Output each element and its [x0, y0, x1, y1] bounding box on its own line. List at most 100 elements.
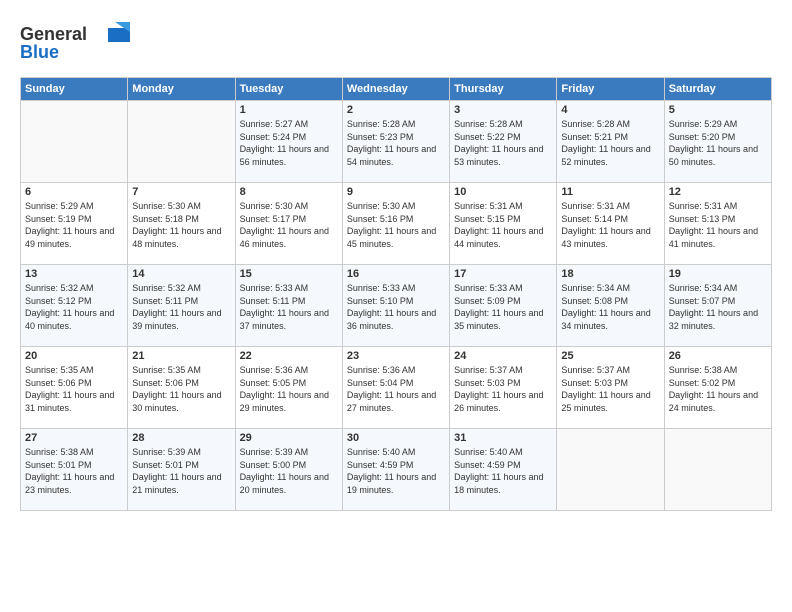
calendar-cell: 26 Sunrise: 5:38 AMSunset: 5:02 PMDayligh… [664, 347, 771, 429]
cell-info: Sunrise: 5:28 AMSunset: 5:23 PMDaylight:… [347, 118, 445, 168]
day-number: 2 [347, 104, 445, 116]
day-number: 23 [347, 350, 445, 362]
cell-info: Sunrise: 5:39 AMSunset: 5:00 PMDaylight:… [240, 446, 338, 496]
day-number: 30 [347, 432, 445, 444]
calendar-cell: 5 Sunrise: 5:29 AMSunset: 5:20 PMDaylight… [664, 101, 771, 183]
cell-info: Sunrise: 5:30 AMSunset: 5:16 PMDaylight:… [347, 200, 445, 250]
day-number: 29 [240, 432, 338, 444]
day-number: 26 [669, 350, 767, 362]
calendar-week-row: 27 Sunrise: 5:38 AMSunset: 5:01 PMDayligh… [21, 429, 772, 511]
calendar-cell: 22 Sunrise: 5:36 AMSunset: 5:05 PMDayligh… [235, 347, 342, 429]
calendar-cell: 7 Sunrise: 5:30 AMSunset: 5:18 PMDaylight… [128, 183, 235, 265]
weekday-header: Thursday [450, 78, 557, 101]
header: General Blue [20, 16, 772, 69]
cell-info: Sunrise: 5:33 AMSunset: 5:10 PMDaylight:… [347, 282, 445, 332]
main-container: General Blue SundayMondayTuesdayWednesda… [0, 0, 792, 521]
calendar-week-row: 20 Sunrise: 5:35 AMSunset: 5:06 PMDayligh… [21, 347, 772, 429]
cell-info: Sunrise: 5:34 AMSunset: 5:08 PMDaylight:… [561, 282, 659, 332]
day-number: 20 [25, 350, 123, 362]
calendar-cell: 28 Sunrise: 5:39 AMSunset: 5:01 PMDayligh… [128, 429, 235, 511]
cell-info: Sunrise: 5:28 AMSunset: 5:22 PMDaylight:… [454, 118, 552, 168]
day-number: 22 [240, 350, 338, 362]
weekday-header: Wednesday [342, 78, 449, 101]
calendar-week-row: 13 Sunrise: 5:32 AMSunset: 5:12 PMDayligh… [21, 265, 772, 347]
day-number: 6 [25, 186, 123, 198]
cell-info: Sunrise: 5:35 AMSunset: 5:06 PMDaylight:… [132, 364, 230, 414]
calendar-cell: 15 Sunrise: 5:33 AMSunset: 5:11 PMDayligh… [235, 265, 342, 347]
calendar-cell: 23 Sunrise: 5:36 AMSunset: 5:04 PMDayligh… [342, 347, 449, 429]
day-number: 11 [561, 186, 659, 198]
day-number: 19 [669, 268, 767, 280]
cell-info: Sunrise: 5:36 AMSunset: 5:05 PMDaylight:… [240, 364, 338, 414]
header-row: SundayMondayTuesdayWednesdayThursdayFrid… [21, 78, 772, 101]
cell-info: Sunrise: 5:34 AMSunset: 5:07 PMDaylight:… [669, 282, 767, 332]
calendar-cell: 14 Sunrise: 5:32 AMSunset: 5:11 PMDayligh… [128, 265, 235, 347]
cell-info: Sunrise: 5:33 AMSunset: 5:11 PMDaylight:… [240, 282, 338, 332]
cell-info: Sunrise: 5:27 AMSunset: 5:24 PMDaylight:… [240, 118, 338, 168]
day-number: 28 [132, 432, 230, 444]
cell-info: Sunrise: 5:30 AMSunset: 5:18 PMDaylight:… [132, 200, 230, 250]
cell-info: Sunrise: 5:35 AMSunset: 5:06 PMDaylight:… [25, 364, 123, 414]
cell-info: Sunrise: 5:31 AMSunset: 5:14 PMDaylight:… [561, 200, 659, 250]
calendar-cell [21, 101, 128, 183]
calendar-cell: 18 Sunrise: 5:34 AMSunset: 5:08 PMDayligh… [557, 265, 664, 347]
day-number: 18 [561, 268, 659, 280]
day-number: 5 [669, 104, 767, 116]
cell-info: Sunrise: 5:40 AMSunset: 4:59 PMDaylight:… [454, 446, 552, 496]
calendar-cell [128, 101, 235, 183]
logo: General Blue [20, 20, 130, 69]
cell-info: Sunrise: 5:36 AMSunset: 5:04 PMDaylight:… [347, 364, 445, 414]
calendar-cell: 21 Sunrise: 5:35 AMSunset: 5:06 PMDayligh… [128, 347, 235, 429]
day-number: 8 [240, 186, 338, 198]
calendar-cell: 4Sunrise: 5:28 AMSunset: 5:21 PMDaylight… [557, 101, 664, 183]
cell-info: Sunrise: 5:30 AMSunset: 5:17 PMDaylight:… [240, 200, 338, 250]
calendar-cell: 19 Sunrise: 5:34 AMSunset: 5:07 PMDayligh… [664, 265, 771, 347]
day-number: 27 [25, 432, 123, 444]
weekday-header: Sunday [21, 78, 128, 101]
calendar-cell: 1Sunrise: 5:27 AMSunset: 5:24 PMDaylight… [235, 101, 342, 183]
cell-info: Sunrise: 5:29 AMSunset: 5:20 PMDaylight:… [669, 118, 767, 168]
day-number: 7 [132, 186, 230, 198]
calendar-week-row: 6 Sunrise: 5:29 AMSunset: 5:19 PMDaylight… [21, 183, 772, 265]
svg-text:General: General [20, 24, 87, 44]
cell-info: Sunrise: 5:38 AMSunset: 5:01 PMDaylight:… [25, 446, 123, 496]
calendar-cell: 9 Sunrise: 5:30 AMSunset: 5:16 PMDaylight… [342, 183, 449, 265]
calendar-cell: 12 Sunrise: 5:31 AMSunset: 5:13 PMDayligh… [664, 183, 771, 265]
weekday-header: Monday [128, 78, 235, 101]
day-number: 14 [132, 268, 230, 280]
cell-info: Sunrise: 5:40 AMSunset: 4:59 PMDaylight:… [347, 446, 445, 496]
day-number: 31 [454, 432, 552, 444]
cell-info: Sunrise: 5:32 AMSunset: 5:12 PMDaylight:… [25, 282, 123, 332]
calendar-table: SundayMondayTuesdayWednesdayThursdayFrid… [20, 77, 772, 511]
calendar-cell [664, 429, 771, 511]
calendar-week-row: 1Sunrise: 5:27 AMSunset: 5:24 PMDaylight… [21, 101, 772, 183]
calendar-cell: 29 Sunrise: 5:39 AMSunset: 5:00 PMDayligh… [235, 429, 342, 511]
weekday-header: Saturday [664, 78, 771, 101]
day-number: 16 [347, 268, 445, 280]
day-number: 9 [347, 186, 445, 198]
day-number: 24 [454, 350, 552, 362]
cell-info: Sunrise: 5:37 AMSunset: 5:03 PMDaylight:… [561, 364, 659, 414]
calendar-cell: 8 Sunrise: 5:30 AMSunset: 5:17 PMDaylight… [235, 183, 342, 265]
weekday-header: Friday [557, 78, 664, 101]
calendar-cell: 6 Sunrise: 5:29 AMSunset: 5:19 PMDaylight… [21, 183, 128, 265]
cell-info: Sunrise: 5:38 AMSunset: 5:02 PMDaylight:… [669, 364, 767, 414]
calendar-cell: 2 Sunrise: 5:28 AMSunset: 5:23 PMDaylight… [342, 101, 449, 183]
day-number: 12 [669, 186, 767, 198]
calendar-cell: 10Sunrise: 5:31 AMSunset: 5:15 PMDayligh… [450, 183, 557, 265]
day-number: 21 [132, 350, 230, 362]
calendar-cell: 3Sunrise: 5:28 AMSunset: 5:22 PMDaylight… [450, 101, 557, 183]
cell-info: Sunrise: 5:28 AMSunset: 5:21 PMDaylight:… [561, 118, 659, 168]
cell-info: Sunrise: 5:37 AMSunset: 5:03 PMDaylight:… [454, 364, 552, 414]
weekday-header: Tuesday [235, 78, 342, 101]
cell-info: Sunrise: 5:31 AMSunset: 5:13 PMDaylight:… [669, 200, 767, 250]
calendar-cell: 25Sunrise: 5:37 AMSunset: 5:03 PMDayligh… [557, 347, 664, 429]
cell-info: Sunrise: 5:32 AMSunset: 5:11 PMDaylight:… [132, 282, 230, 332]
day-number: 15 [240, 268, 338, 280]
calendar-cell: 13 Sunrise: 5:32 AMSunset: 5:12 PMDayligh… [21, 265, 128, 347]
cell-info: Sunrise: 5:29 AMSunset: 5:19 PMDaylight:… [25, 200, 123, 250]
calendar-cell: 16 Sunrise: 5:33 AMSunset: 5:10 PMDayligh… [342, 265, 449, 347]
day-number: 13 [25, 268, 123, 280]
calendar-cell: 11 Sunrise: 5:31 AMSunset: 5:14 PMDayligh… [557, 183, 664, 265]
cell-info: Sunrise: 5:39 AMSunset: 5:01 PMDaylight:… [132, 446, 230, 496]
